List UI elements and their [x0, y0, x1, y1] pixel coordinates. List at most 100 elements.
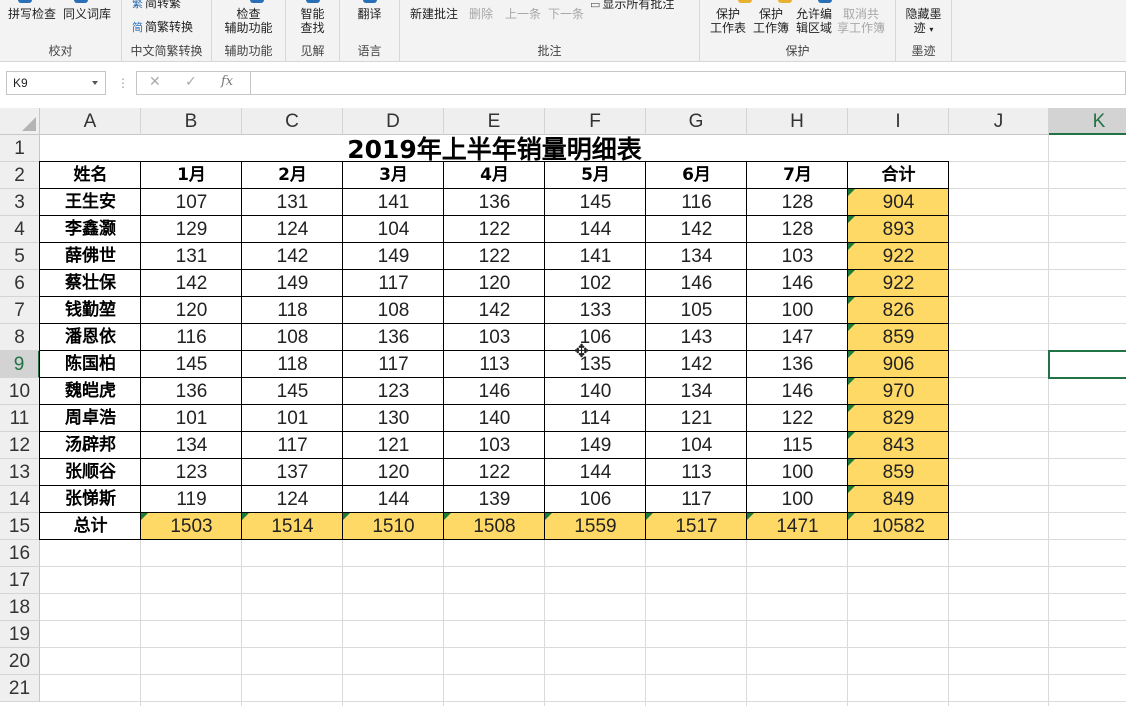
- name-cell[interactable]: 薛佛世: [40, 243, 141, 270]
- sales-cell[interactable]: 143: [646, 324, 747, 351]
- sales-cell[interactable]: 136: [141, 378, 242, 405]
- name-box[interactable]: K9: [6, 71, 106, 95]
- sales-cell[interactable]: 121: [343, 432, 444, 459]
- check-accessibility-button[interactable]: 检查 辅助功能: [212, 7, 285, 35]
- sales-cell[interactable]: 133: [545, 297, 646, 324]
- row-total-cell[interactable]: 904: [848, 189, 949, 216]
- sales-cell[interactable]: 123: [343, 378, 444, 405]
- allow-edit-ranges-button[interactable]: 允许编 辑区域: [796, 7, 832, 35]
- row-header-5[interactable]: 5: [0, 243, 40, 270]
- column-header-a[interactable]: A: [40, 108, 141, 135]
- sales-cell[interactable]: 128: [747, 189, 848, 216]
- enter-icon[interactable]: ✓: [185, 74, 197, 90]
- sales-cell[interactable]: 146: [646, 270, 747, 297]
- row-header-6[interactable]: 6: [0, 270, 40, 297]
- column-total-cell[interactable]: 1510: [343, 513, 444, 540]
- sales-cell[interactable]: 134: [141, 432, 242, 459]
- row-header-8[interactable]: 8: [0, 324, 40, 351]
- sheet-title[interactable]: 2019年上半年销量明细表: [40, 135, 949, 164]
- column-header-b[interactable]: B: [141, 108, 242, 135]
- sales-cell[interactable]: 146: [747, 378, 848, 405]
- row-header-7[interactable]: 7: [0, 297, 40, 324]
- sales-cell[interactable]: 144: [545, 216, 646, 243]
- sales-cell[interactable]: 145: [141, 351, 242, 378]
- sales-cell[interactable]: 131: [242, 189, 343, 216]
- sales-cell[interactable]: 103: [444, 324, 545, 351]
- sales-cell[interactable]: 113: [444, 351, 545, 378]
- column-header-d[interactable]: D: [343, 108, 444, 135]
- sales-cell[interactable]: 149: [343, 243, 444, 270]
- sales-cell[interactable]: 144: [343, 486, 444, 513]
- sales-cell[interactable]: 136: [747, 351, 848, 378]
- column-total-cell[interactable]: 1503: [141, 513, 242, 540]
- show-all-comments-button[interactable]: ▭ 显示所有批注: [590, 0, 674, 12]
- sales-cell[interactable]: 105: [646, 297, 747, 324]
- name-cell[interactable]: 潘恩依: [40, 324, 141, 351]
- name-cell[interactable]: 魏皑虎: [40, 378, 141, 405]
- column-total-cell[interactable]: 1508: [444, 513, 545, 540]
- row-total-cell[interactable]: 829: [848, 405, 949, 432]
- name-cell[interactable]: 钱勤堃: [40, 297, 141, 324]
- sales-cell[interactable]: 106: [545, 324, 646, 351]
- column-header-f[interactable]: F: [545, 108, 646, 135]
- row-header-13[interactable]: 13: [0, 459, 40, 486]
- sales-cell[interactable]: 120: [343, 459, 444, 486]
- name-cell[interactable]: 周卓浩: [40, 405, 141, 432]
- column-total-cell[interactable]: 1471: [747, 513, 848, 540]
- sales-cell[interactable]: 103: [444, 432, 545, 459]
- column-header-k[interactable]: K: [1049, 108, 1126, 135]
- row-total-cell[interactable]: 906: [848, 351, 949, 378]
- name-cell[interactable]: 陈国柏: [40, 351, 141, 378]
- column-header-e[interactable]: E: [444, 108, 545, 135]
- table-header-cell[interactable]: 5月: [545, 162, 646, 189]
- sales-cell[interactable]: 119: [141, 486, 242, 513]
- sales-cell[interactable]: 140: [444, 405, 545, 432]
- row-header-10[interactable]: 10: [0, 378, 40, 405]
- sales-cell[interactable]: 137: [242, 459, 343, 486]
- row-header-12[interactable]: 12: [0, 432, 40, 459]
- sales-cell[interactable]: 120: [444, 270, 545, 297]
- sales-cell[interactable]: 118: [242, 351, 343, 378]
- row-header-11[interactable]: 11: [0, 405, 40, 432]
- worksheet-grid[interactable]: ABCDEFGHIJK 1 2 3 4 5 6 7 8 9 10 11 12 13 14 15 16 17 18 1…: [0, 108, 1126, 706]
- sales-cell[interactable]: 129: [141, 216, 242, 243]
- column-total-cell[interactable]: 1559: [545, 513, 646, 540]
- selected-cell-k9[interactable]: [1048, 350, 1126, 379]
- sales-cell[interactable]: 149: [545, 432, 646, 459]
- sales-cell[interactable]: 117: [343, 270, 444, 297]
- delete-comment-button[interactable]: 删除: [469, 7, 493, 21]
- protect-workbook-button[interactable]: 保护 工作簿: [753, 7, 789, 35]
- row-header-3[interactable]: 3: [0, 189, 40, 216]
- sales-cell[interactable]: 140: [545, 378, 646, 405]
- sales-cell[interactable]: 100: [747, 297, 848, 324]
- row-total-cell[interactable]: 849: [848, 486, 949, 513]
- sales-cell[interactable]: 106: [545, 486, 646, 513]
- sales-cell[interactable]: 149: [242, 270, 343, 297]
- row-total-cell[interactable]: 970: [848, 378, 949, 405]
- sales-cell[interactable]: 124: [242, 216, 343, 243]
- name-cell[interactable]: 王生安: [40, 189, 141, 216]
- total-label-cell[interactable]: 总计: [40, 513, 141, 540]
- table-header-cell[interactable]: 1月: [141, 162, 242, 189]
- formula-input[interactable]: [250, 71, 1126, 95]
- cancel-icon[interactable]: ✕: [149, 74, 161, 90]
- row-header-1[interactable]: 1: [0, 135, 40, 162]
- sales-cell[interactable]: 118: [242, 297, 343, 324]
- row-header-20[interactable]: 20: [0, 648, 40, 675]
- chinese-conversion-button[interactable]: 简简繁转换: [132, 20, 193, 35]
- sales-cell[interactable]: 107: [141, 189, 242, 216]
- sales-cell[interactable]: 115: [747, 432, 848, 459]
- row-header-17[interactable]: 17: [0, 567, 40, 594]
- sales-cell[interactable]: 101: [141, 405, 242, 432]
- sales-cell[interactable]: 134: [646, 243, 747, 270]
- sales-cell[interactable]: 117: [343, 351, 444, 378]
- column-header-c[interactable]: C: [242, 108, 343, 135]
- name-cell[interactable]: 张顺谷: [40, 459, 141, 486]
- row-total-cell[interactable]: 922: [848, 270, 949, 297]
- sales-cell[interactable]: 144: [545, 459, 646, 486]
- name-cell[interactable]: 张悌斯: [40, 486, 141, 513]
- sales-cell[interactable]: 104: [343, 216, 444, 243]
- sales-cell[interactable]: 102: [545, 270, 646, 297]
- sales-cell[interactable]: 136: [343, 324, 444, 351]
- row-header-19[interactable]: 19: [0, 621, 40, 648]
